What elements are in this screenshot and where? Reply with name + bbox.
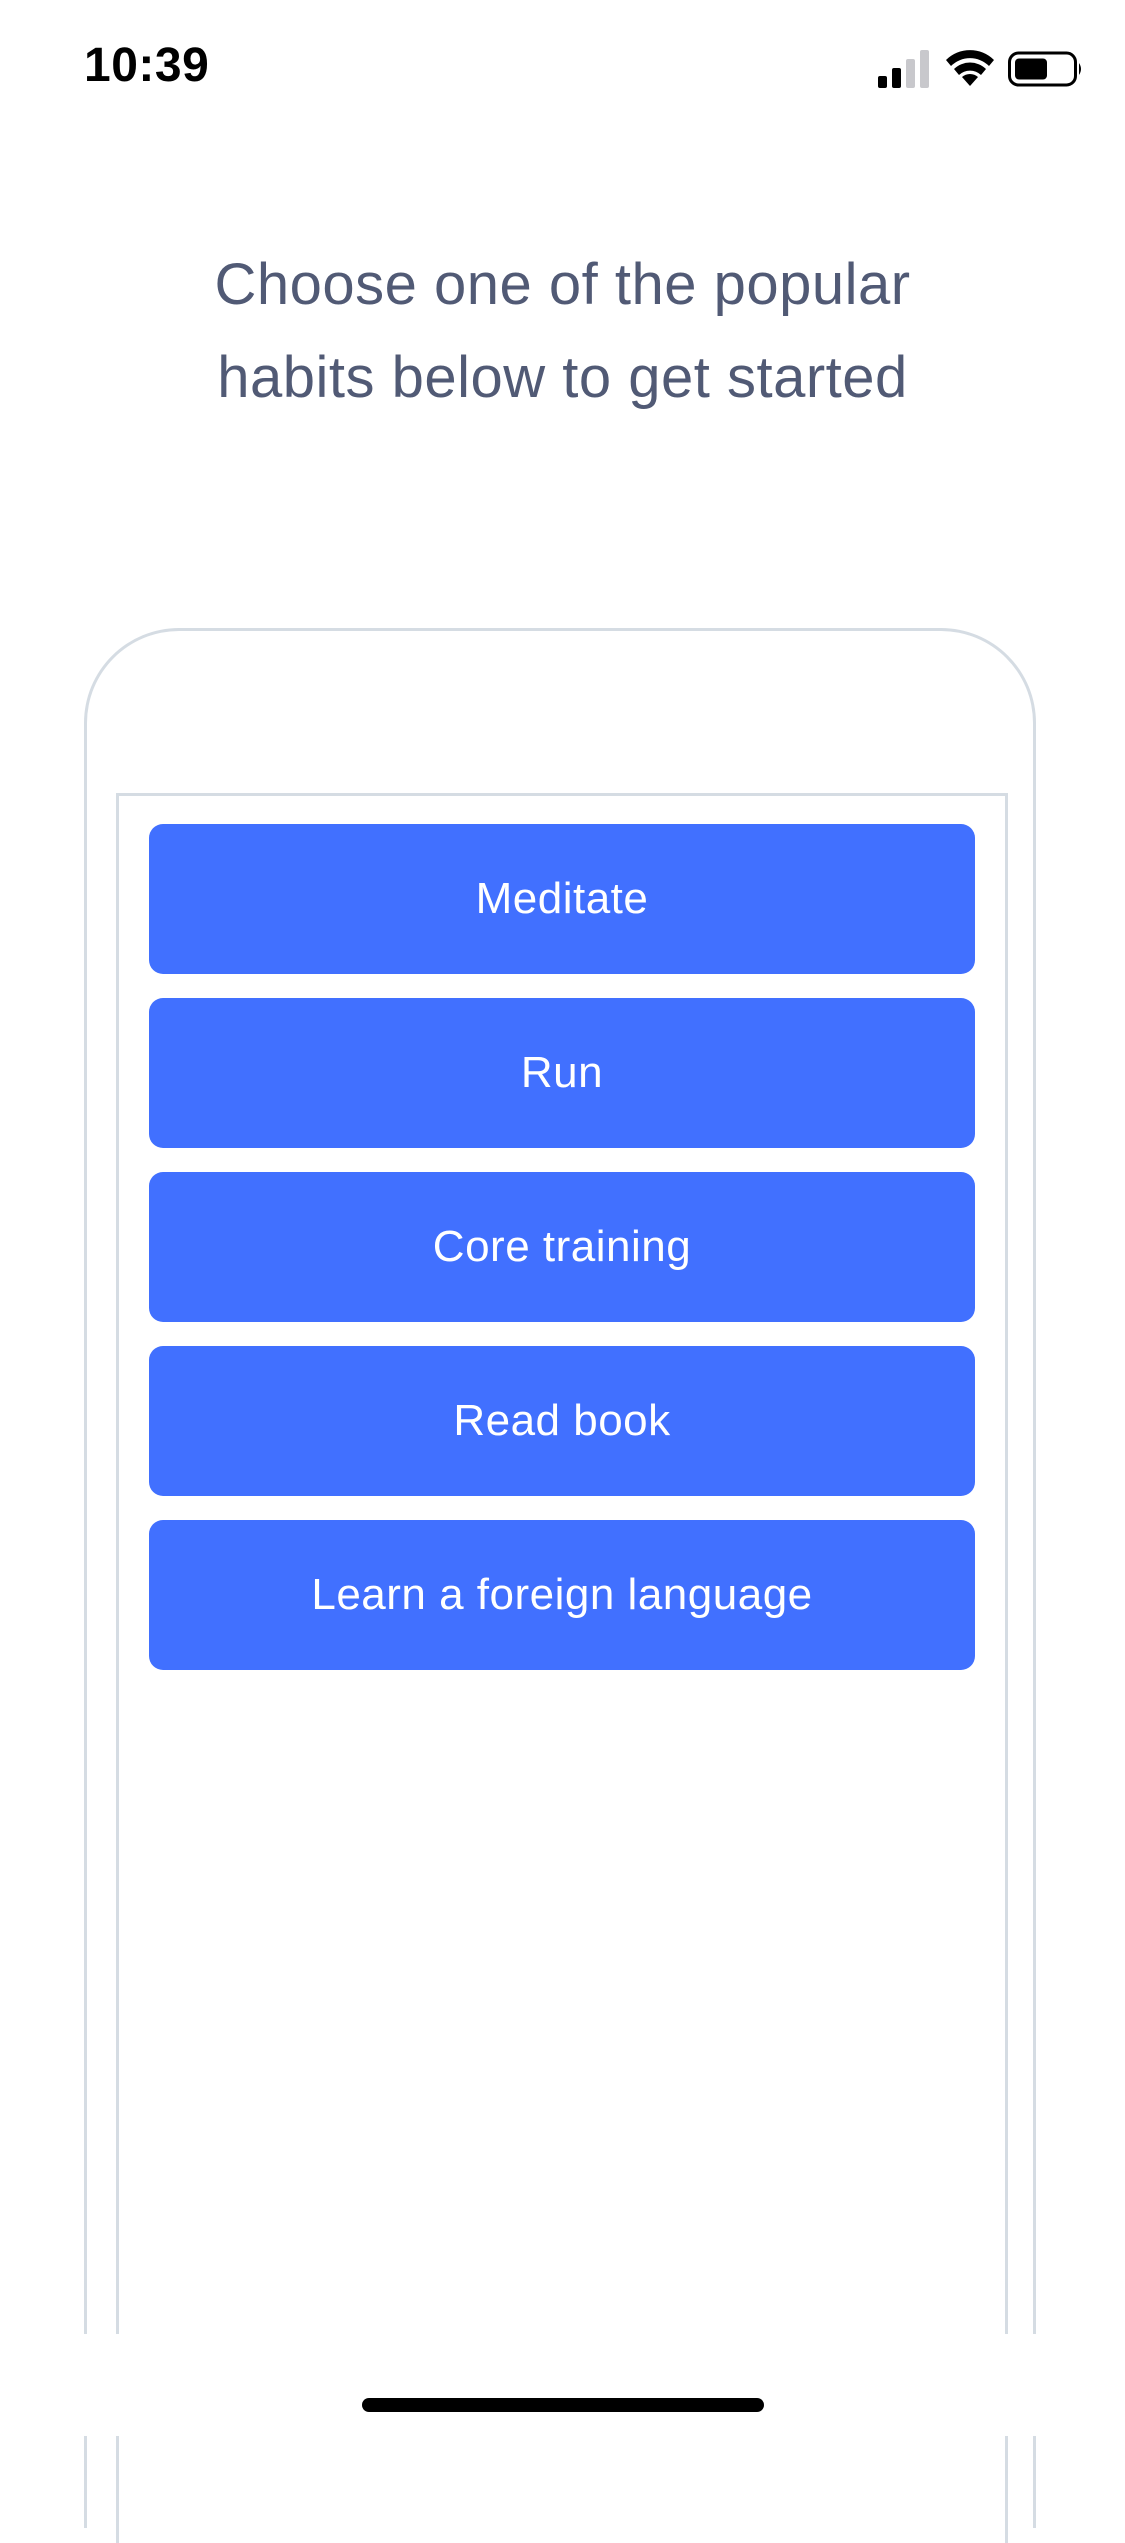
battery-icon bbox=[1008, 51, 1081, 87]
habit-button-core-training[interactable]: Core training bbox=[149, 1172, 975, 1322]
status-bar: 10:39 bbox=[0, 0, 1125, 140]
habit-button-read-book[interactable]: Read book bbox=[149, 1346, 975, 1496]
wifi-icon bbox=[946, 50, 994, 86]
signal-icon bbox=[878, 50, 929, 88]
habit-button-run[interactable]: Run bbox=[149, 998, 975, 1148]
page-heading: Choose one of the popular habits below t… bbox=[214, 252, 911, 410]
habit-button-learn-language[interactable]: Learn a foreign language bbox=[149, 1520, 975, 1670]
bottom-area bbox=[0, 2334, 1125, 2436]
habit-list: Meditate Run Core training Read book Lea… bbox=[149, 824, 975, 1694]
home-indicator[interactable] bbox=[362, 2398, 764, 2412]
status-time: 10:39 bbox=[84, 39, 210, 92]
habit-button-meditate[interactable]: Meditate bbox=[149, 824, 975, 974]
